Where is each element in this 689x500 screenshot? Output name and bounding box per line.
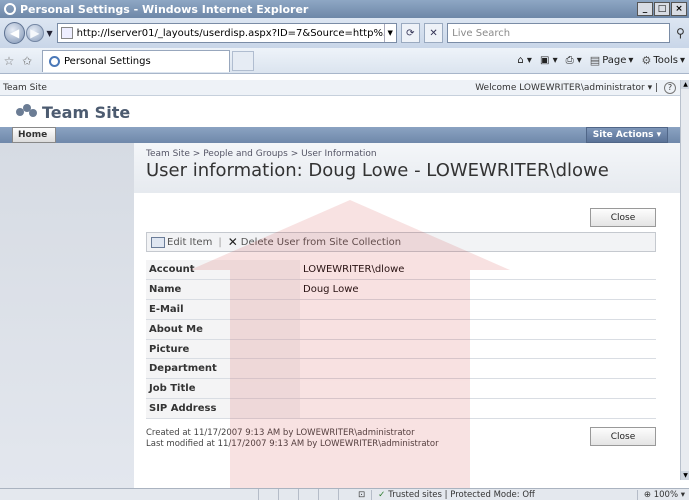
vertical-scrollbar[interactable]: ▲ ▼ bbox=[680, 80, 689, 480]
help-icon[interactable]: ? bbox=[664, 81, 676, 94]
top-nav-bar: Home Site Actions ▾ bbox=[0, 127, 680, 143]
status-bar: ⊡ ✓ Trusted sites | Protected Mode: Off … bbox=[0, 488, 689, 500]
tab-home[interactable]: Home bbox=[12, 127, 56, 143]
breadcrumb[interactable]: Team Site > People and Groups > User Inf… bbox=[146, 149, 377, 159]
status-segment bbox=[298, 489, 318, 500]
edit-icon bbox=[151, 236, 165, 248]
table-row: Name Doug Lowe bbox=[146, 279, 656, 301]
status-segment bbox=[278, 489, 298, 500]
close-button-top[interactable]: Close bbox=[590, 208, 656, 227]
add-favorite-icon[interactable]: ✩ bbox=[18, 54, 36, 68]
field-value bbox=[300, 398, 656, 419]
security-zone[interactable]: ✓ Trusted sites | Protected Mode: Off bbox=[371, 489, 541, 500]
close-window-button[interactable]: × bbox=[671, 2, 687, 16]
field-value bbox=[300, 378, 656, 400]
main-content: Team Site > People and Groups > User Inf… bbox=[134, 143, 680, 488]
field-value bbox=[300, 339, 656, 360]
item-metadata: Created at 11/17/2007 9:13 AM by LOWEWRI… bbox=[146, 428, 439, 450]
refresh-icon[interactable]: ⟳ bbox=[400, 23, 420, 43]
forward-button[interactable]: ▶ bbox=[26, 24, 44, 42]
zoom-control[interactable]: ⊕ 100% ▾ bbox=[636, 489, 685, 500]
page-icon: ▤ bbox=[589, 54, 601, 67]
field-label: Account bbox=[146, 260, 300, 281]
maximize-button[interactable]: □ bbox=[654, 2, 670, 16]
history-dropdown[interactable]: ▼ bbox=[47, 29, 53, 38]
favorites-star-icon[interactable]: ☆ bbox=[0, 54, 18, 68]
welcome-menu[interactable]: Welcome LOWEWRITER\administrator ▾ | bbox=[475, 83, 658, 93]
site-actions-menu[interactable]: Site Actions ▾ bbox=[586, 127, 668, 143]
site-link[interactable]: Team Site bbox=[3, 83, 47, 93]
status-segment bbox=[318, 489, 338, 500]
field-label: Name bbox=[146, 279, 300, 301]
print-icon[interactable]: ⎙ ▾ bbox=[566, 55, 582, 66]
url-text[interactable]: http://lserver01/_layouts/userdisp.aspx?… bbox=[77, 28, 384, 39]
field-label: About Me bbox=[146, 319, 300, 340]
ie-icon bbox=[4, 3, 16, 15]
field-value bbox=[300, 299, 656, 320]
status-segment bbox=[338, 489, 358, 500]
edit-item-button[interactable]: Edit Item bbox=[167, 237, 212, 248]
tools-gear-icon: ⚙ bbox=[641, 54, 652, 67]
table-row: Job Title bbox=[146, 378, 656, 400]
checkmark-icon: ✓ bbox=[378, 489, 386, 500]
field-value: Doug Lowe bbox=[300, 279, 656, 301]
stop-icon[interactable]: ✕ bbox=[423, 23, 444, 43]
tab-row: ☆ ✩ Personal Settings ⌂ ▾ ▣ ▾ ⎙ ▾ ▤ Page … bbox=[0, 48, 689, 74]
tab-label: Personal Settings bbox=[64, 55, 151, 67]
new-tab-button[interactable] bbox=[232, 50, 254, 71]
field-value: LOWEWRITER\dlowe bbox=[300, 260, 656, 281]
security-icon: ⊡ bbox=[358, 489, 366, 500]
table-row: Account LOWEWRITER\dlowe bbox=[146, 260, 656, 281]
field-label: E-Mail bbox=[146, 299, 300, 320]
field-value bbox=[300, 358, 656, 380]
minimize-button[interactable]: _ bbox=[637, 2, 653, 16]
table-row: Picture bbox=[146, 339, 656, 360]
page-menu[interactable]: ▤ Page ▾ bbox=[590, 54, 634, 67]
close-button-bottom[interactable]: Close bbox=[590, 427, 656, 446]
page-title-area: Team Site > People and Groups > User Inf… bbox=[134, 143, 680, 193]
modified-info: Last modified at 11/17/2007 9:13 AM by L… bbox=[146, 439, 439, 449]
zone-label: Trusted sites | Protected Mode: Off bbox=[388, 489, 535, 500]
delete-user-button[interactable]: Delete User from Site Collection bbox=[241, 237, 401, 248]
table-row: E-Mail bbox=[146, 299, 656, 320]
page-title: User information: Doug Lowe - LOWEWRITER… bbox=[146, 160, 609, 181]
left-navigation bbox=[0, 143, 134, 488]
address-row: ◀ ▶ ▼ http://lserver01/_layouts/userdisp… bbox=[0, 18, 689, 48]
feeds-icon[interactable]: ▣ ▾ bbox=[540, 55, 558, 66]
site-title[interactable]: Team Site bbox=[42, 103, 130, 122]
people-icon bbox=[16, 104, 38, 120]
tab-personal-settings[interactable]: Personal Settings bbox=[42, 49, 230, 72]
search-input[interactable]: Live Search bbox=[447, 23, 670, 43]
back-button[interactable]: ◀ bbox=[4, 22, 26, 44]
table-row: SIP Address bbox=[146, 398, 656, 419]
page-icon bbox=[60, 27, 73, 39]
window-title: Personal Settings - Windows Internet Exp… bbox=[20, 2, 309, 16]
command-bar: ⌂ ▾ ▣ ▾ ⎙ ▾ ▤ Page ▾ ⚙ Tools ▾ bbox=[517, 54, 689, 67]
url-dropdown-icon[interactable]: ▼ bbox=[383, 24, 396, 42]
home-icon[interactable]: ⌂ ▾ bbox=[517, 55, 532, 66]
delete-x-icon: ✕ bbox=[227, 235, 238, 249]
search-icon[interactable]: ⚲ bbox=[672, 23, 689, 43]
field-label: Department bbox=[146, 358, 300, 380]
window-title-bar: Personal Settings - Windows Internet Exp… bbox=[0, 0, 689, 18]
search-placeholder: Live Search bbox=[452, 27, 511, 39]
created-info: Created at 11/17/2007 9:13 AM by LOWEWRI… bbox=[146, 428, 415, 438]
address-field[interactable]: http://lserver01/_layouts/userdisp.aspx?… bbox=[56, 23, 397, 43]
table-row: Department bbox=[146, 358, 656, 380]
toolbar-separator: | bbox=[218, 236, 222, 248]
tools-menu[interactable]: ⚙ Tools ▾ bbox=[641, 54, 685, 67]
field-label: SIP Address bbox=[146, 398, 300, 419]
item-toolbar: Edit Item | ✕ Delete User from Site Coll… bbox=[146, 232, 656, 252]
field-label: Job Title bbox=[146, 378, 300, 400]
user-properties-table: Account LOWEWRITER\dlowe Name Doug Lowe E-Ma… bbox=[146, 260, 656, 419]
tab-ie-icon bbox=[49, 55, 60, 67]
field-label: Picture bbox=[146, 339, 300, 360]
table-row: About Me bbox=[146, 319, 656, 340]
site-header: Team Site bbox=[0, 96, 680, 128]
scroll-down-icon[interactable]: ▼ bbox=[681, 471, 689, 480]
scroll-up-icon[interactable]: ▲ bbox=[681, 80, 689, 89]
sharepoint-global-bar: Team Site Welcome LOWEWRITER\administrat… bbox=[0, 80, 680, 96]
status-segment bbox=[258, 489, 278, 500]
field-value bbox=[300, 319, 656, 340]
